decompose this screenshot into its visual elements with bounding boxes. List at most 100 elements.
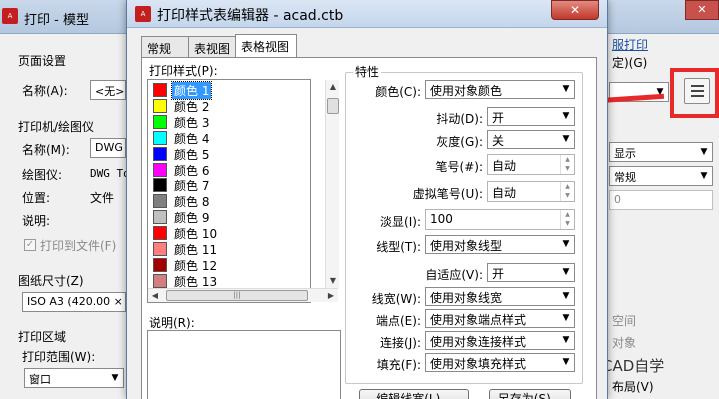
screening-label: 淡显(I):	[380, 215, 421, 229]
grayscale-value: 关	[492, 134, 505, 148]
plot-styles-list[interactable]: 颜色 1 颜色 2 颜色 3 颜色 4 颜色 5 颜色 6 颜色 7 颜色 8 颜色 9 颜色 1…	[147, 79, 311, 303]
autocad-app-icon: A	[2, 8, 18, 24]
list-item[interactable]: 颜色 8	[150, 193, 310, 209]
printer-name-value: DWG	[95, 141, 123, 154]
grayscale-label: 灰度(G):	[436, 135, 483, 149]
list-item[interactable]: 颜色 12	[150, 257, 310, 273]
color-swatch	[153, 257, 167, 272]
adaptive-dropdown[interactable]: 开 ▼	[487, 263, 575, 282]
color-label: 颜色(C):	[375, 85, 421, 99]
list-item-label: 颜色 12	[174, 258, 218, 273]
bg-right-text-6: 布局(V)	[612, 380, 654, 394]
styles-horizontal-scrollbar[interactable]: ◀ ||| ▶	[148, 288, 338, 302]
fillstyle-dropdown[interactable]: 使用对象填充样式 ▼	[425, 353, 575, 372]
scroll-thumb[interactable]: |||	[166, 290, 308, 301]
scroll-down-icon[interactable]: ▼	[326, 274, 340, 288]
bg-right-text-4: 空间	[612, 314, 637, 328]
joinstyle-dropdown[interactable]: 使用对象连接样式 ▼	[425, 331, 575, 350]
color-value: 使用对象颜色	[430, 84, 503, 98]
linetype-dropdown[interactable]: 使用对象线型 ▼	[425, 235, 575, 254]
grayscale-dropdown[interactable]: 关 ▼	[487, 130, 575, 149]
color-swatch	[153, 98, 167, 113]
spin-up-icon[interactable]: ▲	[561, 182, 574, 191]
spin-down-icon[interactable]: ▼	[561, 191, 574, 200]
list-item[interactable]: 颜色 1	[150, 81, 310, 100]
list-item[interactable]: 颜色 5	[150, 146, 310, 162]
list-item[interactable]: 颜色 13	[150, 273, 310, 289]
page-setup-name-value: <无>	[95, 85, 125, 98]
list-item[interactable]: 颜色 6	[150, 162, 310, 178]
fillstyle-value: 使用对象填充样式	[430, 357, 527, 371]
print-to-file-checkbox[interactable]: ✓	[24, 239, 36, 251]
plot-range-combo[interactable]: 窗口 ▼	[24, 368, 124, 388]
bg-right-combo-2-value: 常规	[614, 171, 636, 184]
list-item[interactable]: 颜色 10	[150, 225, 310, 241]
spin-up-icon[interactable]: ▲	[561, 210, 574, 219]
adaptive-value: 开	[492, 267, 505, 281]
paper-size-label: 图纸尺寸(Z)	[18, 274, 84, 288]
spin-up-icon[interactable]: ▲	[561, 155, 574, 164]
dither-dropdown[interactable]: 开 ▼	[487, 107, 575, 126]
printer-name-combo[interactable]: DWG	[90, 138, 126, 158]
bg-right-link[interactable]: 服打印	[612, 36, 648, 53]
description-textarea[interactable]	[147, 330, 341, 399]
tab-table-view[interactable]: 表视图	[188, 36, 236, 58]
printer-section-label: 打印机/绘图仪	[18, 120, 95, 134]
list-item-label: 颜色 2	[174, 99, 210, 114]
list-item[interactable]: 颜色 7	[150, 177, 310, 193]
bg-right-top-text: 定)(G)	[612, 56, 648, 70]
location-value: 文件	[90, 191, 115, 205]
list-item[interactable]: 颜色 11	[150, 241, 310, 257]
bg-right-combo-2[interactable]: 常规 ▼	[609, 166, 713, 186]
list-item[interactable]: 颜色 3	[150, 114, 310, 130]
lineweight-dropdown[interactable]: 使用对象线宽 ▼	[425, 287, 575, 306]
spinner-buttons[interactable]: ▲ ▼	[560, 182, 574, 201]
chevron-down-icon: ▼	[558, 310, 574, 327]
color-swatch	[153, 226, 167, 241]
editor-title-bar: A 打印样式表编辑器 - acad.ctb ✕	[127, 0, 607, 28]
list-item-label: 颜色 3	[174, 115, 210, 130]
pen-number-spinner[interactable]: 自动 ▲ ▼	[487, 154, 575, 175]
dither-value: 开	[492, 111, 505, 125]
adaptive-label: 自适应(V):	[425, 268, 483, 282]
page-setup-name-combo[interactable]: <无>	[90, 80, 126, 100]
chevron-down-icon: ▼	[558, 332, 574, 349]
chevron-down-icon: ▼	[558, 131, 574, 148]
scroll-thumb[interactable]	[327, 98, 339, 114]
close-button[interactable]: ✕	[551, 0, 599, 20]
edit-lineweights-button[interactable]: 编辑线宽(L)...	[359, 389, 469, 399]
lineweight-label: 线宽(W):	[371, 292, 421, 306]
screening-spinner[interactable]: 100 ▲ ▼	[425, 209, 575, 230]
linetype-value: 使用对象线型	[430, 239, 503, 253]
pen-number-label: 笔号(#):	[435, 160, 483, 174]
save-as-button[interactable]: 另存为(S)...	[489, 389, 571, 399]
spinner-buttons[interactable]: ▲ ▼	[560, 155, 574, 174]
tab-form-view[interactable]: 表格视图	[235, 34, 297, 57]
bg-right-combo-1[interactable]: 显示 ▼	[609, 142, 713, 162]
bg-right-combo-1-value: 显示	[614, 147, 636, 160]
spinner-buttons[interactable]: ▲ ▼	[560, 210, 574, 229]
linetype-label: 线型(T):	[376, 240, 421, 254]
list-item[interactable]: 颜色 4	[150, 130, 310, 146]
plot-style-table-editor: A 打印样式表编辑器 - acad.ctb ✕ 常规 表视图 表格视图 打印样式…	[126, 0, 608, 399]
list-item-label: 颜色 8	[174, 195, 210, 210]
joinstyle-value: 使用对象连接样式	[430, 335, 527, 349]
tab-general[interactable]: 常规	[141, 36, 189, 58]
spin-down-icon[interactable]: ▼	[561, 219, 574, 228]
virtual-pen-value: 自动	[492, 186, 517, 200]
bg-right-field-3[interactable]: 0	[609, 190, 713, 210]
bg-close-button[interactable]: ✕	[685, 0, 719, 20]
color-dropdown[interactable]: 使用对象颜色 ▼	[425, 80, 575, 99]
list-item-label: 颜色 9	[174, 211, 210, 226]
spin-down-icon[interactable]: ▼	[561, 164, 574, 173]
list-item[interactable]: 颜色 2	[150, 98, 310, 114]
scroll-right-icon[interactable]: ▶	[324, 289, 338, 303]
endstyle-dropdown[interactable]: 使用对象端点样式 ▼	[425, 309, 575, 328]
scroll-left-icon[interactable]: ◀	[148, 289, 162, 303]
list-item[interactable]: 颜色 9	[150, 209, 310, 225]
chevron-down-icon: ▼	[558, 354, 574, 371]
paper-size-combo[interactable]: ISO A3 (420.00 ×	[22, 292, 126, 312]
virtual-pen-spinner[interactable]: 自动 ▲ ▼	[487, 181, 575, 202]
scroll-up-icon[interactable]: ▲	[326, 80, 340, 94]
styles-vertical-scrollbar[interactable]: ▲ ▼	[325, 80, 339, 288]
